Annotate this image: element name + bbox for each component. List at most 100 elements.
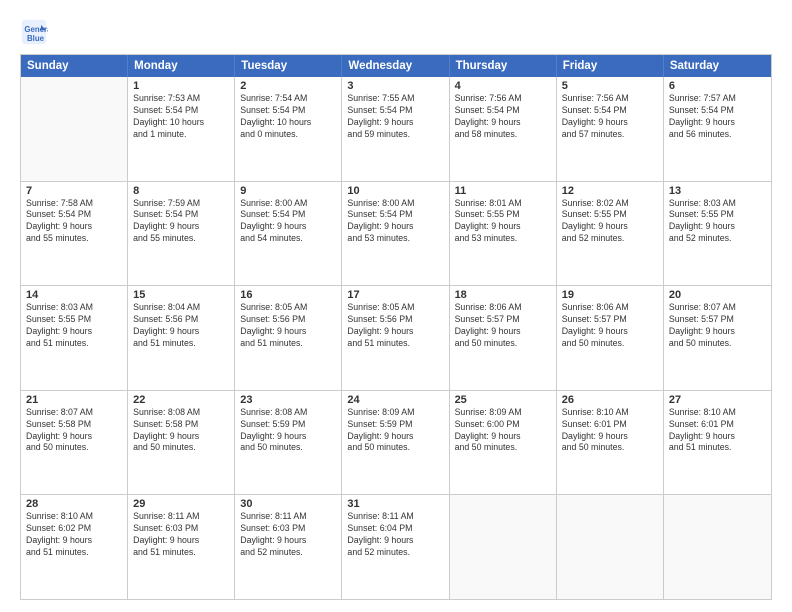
cell-info: Sunrise: 8:02 AM Sunset: 5:55 PM Dayligh… xyxy=(562,198,658,246)
weekday-header: Thursday xyxy=(450,55,557,77)
cell-info: Sunrise: 8:11 AM Sunset: 6:03 PM Dayligh… xyxy=(133,511,229,559)
day-number: 19 xyxy=(562,289,658,301)
calendar-row: 1Sunrise: 7:53 AM Sunset: 5:54 PM Daylig… xyxy=(21,77,771,182)
calendar-cell xyxy=(450,495,557,599)
day-number: 28 xyxy=(26,498,122,510)
calendar-cell: 29Sunrise: 8:11 AM Sunset: 6:03 PM Dayli… xyxy=(128,495,235,599)
cell-info: Sunrise: 8:11 AM Sunset: 6:04 PM Dayligh… xyxy=(347,511,443,559)
cell-info: Sunrise: 8:11 AM Sunset: 6:03 PM Dayligh… xyxy=(240,511,336,559)
calendar-cell: 25Sunrise: 8:09 AM Sunset: 6:00 PM Dayli… xyxy=(450,391,557,495)
calendar-cell: 16Sunrise: 8:05 AM Sunset: 5:56 PM Dayli… xyxy=(235,286,342,390)
cell-info: Sunrise: 8:03 AM Sunset: 5:55 PM Dayligh… xyxy=(669,198,766,246)
calendar-cell: 3Sunrise: 7:55 AM Sunset: 5:54 PM Daylig… xyxy=(342,77,449,181)
weekday-header: Wednesday xyxy=(342,55,449,77)
day-number: 10 xyxy=(347,185,443,197)
day-number: 21 xyxy=(26,394,122,406)
header: General Blue xyxy=(20,18,772,46)
day-number: 11 xyxy=(455,185,551,197)
calendar-cell: 24Sunrise: 8:09 AM Sunset: 5:59 PM Dayli… xyxy=(342,391,449,495)
calendar-cell xyxy=(557,495,664,599)
day-number: 3 xyxy=(347,80,443,92)
day-number: 13 xyxy=(669,185,766,197)
cell-info: Sunrise: 7:57 AM Sunset: 5:54 PM Dayligh… xyxy=(669,93,766,141)
cell-info: Sunrise: 7:59 AM Sunset: 5:54 PM Dayligh… xyxy=(133,198,229,246)
cell-info: Sunrise: 8:09 AM Sunset: 5:59 PM Dayligh… xyxy=(347,407,443,455)
day-number: 24 xyxy=(347,394,443,406)
calendar-cell: 5Sunrise: 7:56 AM Sunset: 5:54 PM Daylig… xyxy=(557,77,664,181)
day-number: 30 xyxy=(240,498,336,510)
calendar-cell: 23Sunrise: 8:08 AM Sunset: 5:59 PM Dayli… xyxy=(235,391,342,495)
day-number: 1 xyxy=(133,80,229,92)
calendar-cell: 17Sunrise: 8:05 AM Sunset: 5:56 PM Dayli… xyxy=(342,286,449,390)
calendar-cell: 27Sunrise: 8:10 AM Sunset: 6:01 PM Dayli… xyxy=(664,391,771,495)
cell-info: Sunrise: 8:00 AM Sunset: 5:54 PM Dayligh… xyxy=(347,198,443,246)
weekday-header: Friday xyxy=(557,55,664,77)
cell-info: Sunrise: 8:07 AM Sunset: 5:57 PM Dayligh… xyxy=(669,302,766,350)
calendar-cell: 1Sunrise: 7:53 AM Sunset: 5:54 PM Daylig… xyxy=(128,77,235,181)
weekday-header: Saturday xyxy=(664,55,771,77)
day-number: 26 xyxy=(562,394,658,406)
cell-info: Sunrise: 8:03 AM Sunset: 5:55 PM Dayligh… xyxy=(26,302,122,350)
calendar-cell: 18Sunrise: 8:06 AM Sunset: 5:57 PM Dayli… xyxy=(450,286,557,390)
logo-icon: General Blue xyxy=(20,18,48,46)
calendar-cell: 9Sunrise: 8:00 AM Sunset: 5:54 PM Daylig… xyxy=(235,182,342,286)
day-number: 2 xyxy=(240,80,336,92)
day-number: 27 xyxy=(669,394,766,406)
calendar-cell: 4Sunrise: 7:56 AM Sunset: 5:54 PM Daylig… xyxy=(450,77,557,181)
day-number: 17 xyxy=(347,289,443,301)
cell-info: Sunrise: 8:07 AM Sunset: 5:58 PM Dayligh… xyxy=(26,407,122,455)
calendar-body: 1Sunrise: 7:53 AM Sunset: 5:54 PM Daylig… xyxy=(21,77,771,599)
day-number: 16 xyxy=(240,289,336,301)
calendar-cell: 13Sunrise: 8:03 AM Sunset: 5:55 PM Dayli… xyxy=(664,182,771,286)
calendar-cell: 6Sunrise: 7:57 AM Sunset: 5:54 PM Daylig… xyxy=(664,77,771,181)
calendar-cell: 10Sunrise: 8:00 AM Sunset: 5:54 PM Dayli… xyxy=(342,182,449,286)
calendar-cell: 11Sunrise: 8:01 AM Sunset: 5:55 PM Dayli… xyxy=(450,182,557,286)
logo: General Blue xyxy=(20,18,52,46)
calendar-cell: 7Sunrise: 7:58 AM Sunset: 5:54 PM Daylig… xyxy=(21,182,128,286)
day-number: 22 xyxy=(133,394,229,406)
calendar-row: 21Sunrise: 8:07 AM Sunset: 5:58 PM Dayli… xyxy=(21,391,771,496)
cell-info: Sunrise: 8:06 AM Sunset: 5:57 PM Dayligh… xyxy=(455,302,551,350)
calendar-cell: 31Sunrise: 8:11 AM Sunset: 6:04 PM Dayli… xyxy=(342,495,449,599)
page: General Blue SundayMondayTuesdayWednesda… xyxy=(0,0,792,612)
weekday-header: Tuesday xyxy=(235,55,342,77)
cell-info: Sunrise: 8:01 AM Sunset: 5:55 PM Dayligh… xyxy=(455,198,551,246)
calendar-cell: 21Sunrise: 8:07 AM Sunset: 5:58 PM Dayli… xyxy=(21,391,128,495)
svg-text:Blue: Blue xyxy=(27,34,45,43)
calendar-cell: 14Sunrise: 8:03 AM Sunset: 5:55 PM Dayli… xyxy=(21,286,128,390)
day-number: 6 xyxy=(669,80,766,92)
calendar: SundayMondayTuesdayWednesdayThursdayFrid… xyxy=(20,54,772,600)
calendar-cell: 8Sunrise: 7:59 AM Sunset: 5:54 PM Daylig… xyxy=(128,182,235,286)
calendar-cell: 19Sunrise: 8:06 AM Sunset: 5:57 PM Dayli… xyxy=(557,286,664,390)
calendar-cell: 15Sunrise: 8:04 AM Sunset: 5:56 PM Dayli… xyxy=(128,286,235,390)
calendar-cell: 28Sunrise: 8:10 AM Sunset: 6:02 PM Dayli… xyxy=(21,495,128,599)
cell-info: Sunrise: 8:06 AM Sunset: 5:57 PM Dayligh… xyxy=(562,302,658,350)
cell-info: Sunrise: 8:05 AM Sunset: 5:56 PM Dayligh… xyxy=(240,302,336,350)
cell-info: Sunrise: 7:58 AM Sunset: 5:54 PM Dayligh… xyxy=(26,198,122,246)
calendar-row: 7Sunrise: 7:58 AM Sunset: 5:54 PM Daylig… xyxy=(21,182,771,287)
cell-info: Sunrise: 8:10 AM Sunset: 6:01 PM Dayligh… xyxy=(669,407,766,455)
cell-info: Sunrise: 7:56 AM Sunset: 5:54 PM Dayligh… xyxy=(562,93,658,141)
calendar-cell: 26Sunrise: 8:10 AM Sunset: 6:01 PM Dayli… xyxy=(557,391,664,495)
day-number: 9 xyxy=(240,185,336,197)
cell-info: Sunrise: 7:55 AM Sunset: 5:54 PM Dayligh… xyxy=(347,93,443,141)
cell-info: Sunrise: 8:09 AM Sunset: 6:00 PM Dayligh… xyxy=(455,407,551,455)
cell-info: Sunrise: 7:56 AM Sunset: 5:54 PM Dayligh… xyxy=(455,93,551,141)
cell-info: Sunrise: 8:08 AM Sunset: 5:59 PM Dayligh… xyxy=(240,407,336,455)
calendar-row: 28Sunrise: 8:10 AM Sunset: 6:02 PM Dayli… xyxy=(21,495,771,599)
day-number: 18 xyxy=(455,289,551,301)
weekday-header: Sunday xyxy=(21,55,128,77)
day-number: 12 xyxy=(562,185,658,197)
cell-info: Sunrise: 8:04 AM Sunset: 5:56 PM Dayligh… xyxy=(133,302,229,350)
calendar-header: SundayMondayTuesdayWednesdayThursdayFrid… xyxy=(21,55,771,77)
day-number: 14 xyxy=(26,289,122,301)
day-number: 15 xyxy=(133,289,229,301)
cell-info: Sunrise: 8:05 AM Sunset: 5:56 PM Dayligh… xyxy=(347,302,443,350)
day-number: 31 xyxy=(347,498,443,510)
calendar-row: 14Sunrise: 8:03 AM Sunset: 5:55 PM Dayli… xyxy=(21,286,771,391)
cell-info: Sunrise: 8:10 AM Sunset: 6:02 PM Dayligh… xyxy=(26,511,122,559)
day-number: 20 xyxy=(669,289,766,301)
day-number: 4 xyxy=(455,80,551,92)
cell-info: Sunrise: 7:54 AM Sunset: 5:54 PM Dayligh… xyxy=(240,93,336,141)
weekday-header: Monday xyxy=(128,55,235,77)
